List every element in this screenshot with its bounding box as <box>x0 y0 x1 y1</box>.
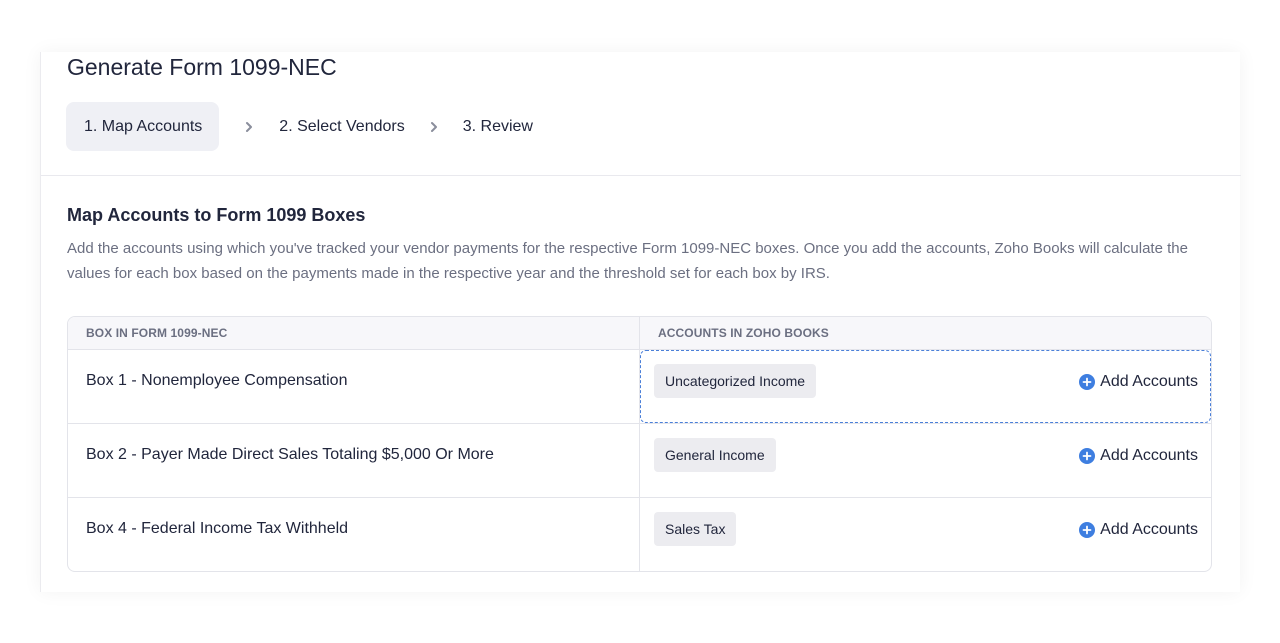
step-map-accounts[interactable]: 1. Map Accounts <box>66 102 220 151</box>
account-chip[interactable]: General Income <box>654 438 776 472</box>
add-accounts-button[interactable]: Add Accounts <box>1079 373 1198 391</box>
table-row: Box 1 - Nonemployee Compensation Uncateg… <box>68 350 1211 424</box>
add-accounts-button[interactable]: Add Accounts <box>1079 521 1198 539</box>
section-title: Map Accounts to Form 1099 Boxes <box>67 205 366 225</box>
step-review[interactable]: 3. Review <box>463 102 533 151</box>
box-label: Box 4 - Federal Income Tax Withheld <box>68 498 640 571</box>
mapping-table: BOX IN FORM 1099-NEC ACCOUNTS IN ZOHO BO… <box>67 316 1212 572</box>
chevron-right-icon <box>219 102 279 151</box>
account-chip[interactable]: Sales Tax <box>654 512 737 546</box>
accounts-cell[interactable]: General Income Add Accounts <box>640 424 1211 497</box>
section-description: Add the accounts using which you've trac… <box>67 240 1188 282</box>
accounts-cell[interactable]: Uncategorized Income Add Accounts <box>640 350 1211 423</box>
account-chip[interactable]: Uncategorized Income <box>654 364 817 398</box>
column-header-box: BOX IN FORM 1099-NEC <box>68 317 640 350</box>
box-label: Box 2 - Payer Made Direct Sales Totaling… <box>68 424 640 497</box>
step-select-vendors[interactable]: 2. Select Vendors <box>279 102 404 151</box>
table-row: Box 4 - Federal Income Tax Withheld Sale… <box>68 498 1211 571</box>
plus-circle-icon <box>1079 448 1096 464</box>
column-header-accounts: ACCOUNTS IN ZOHO BOOKS <box>658 326 829 340</box>
table-header: BOX IN FORM 1099-NEC ACCOUNTS IN ZOHO BO… <box>68 317 1211 350</box>
box-label: Box 1 - Nonemployee Compensation <box>68 350 640 423</box>
add-accounts-label: Add Accounts <box>1100 447 1198 464</box>
accounts-cell[interactable]: Sales Tax Add Accounts <box>640 498 1211 571</box>
table-row: Box 2 - Payer Made Direct Sales Totaling… <box>68 424 1211 498</box>
form-1099-panel: Generate Form 1099-NEC 1. Map Accounts 2… <box>40 52 1241 592</box>
stepper: 1. Map Accounts 2. Select Vendors 3. Rev… <box>66 102 533 151</box>
plus-circle-icon <box>1079 522 1096 538</box>
add-accounts-button[interactable]: Add Accounts <box>1079 447 1198 465</box>
page-title: Generate Form 1099-NEC <box>67 54 337 80</box>
header-divider <box>41 175 1241 176</box>
add-accounts-label: Add Accounts <box>1100 521 1198 538</box>
plus-circle-icon <box>1079 374 1096 390</box>
add-accounts-label: Add Accounts <box>1100 373 1198 390</box>
chevron-right-icon <box>405 102 463 151</box>
